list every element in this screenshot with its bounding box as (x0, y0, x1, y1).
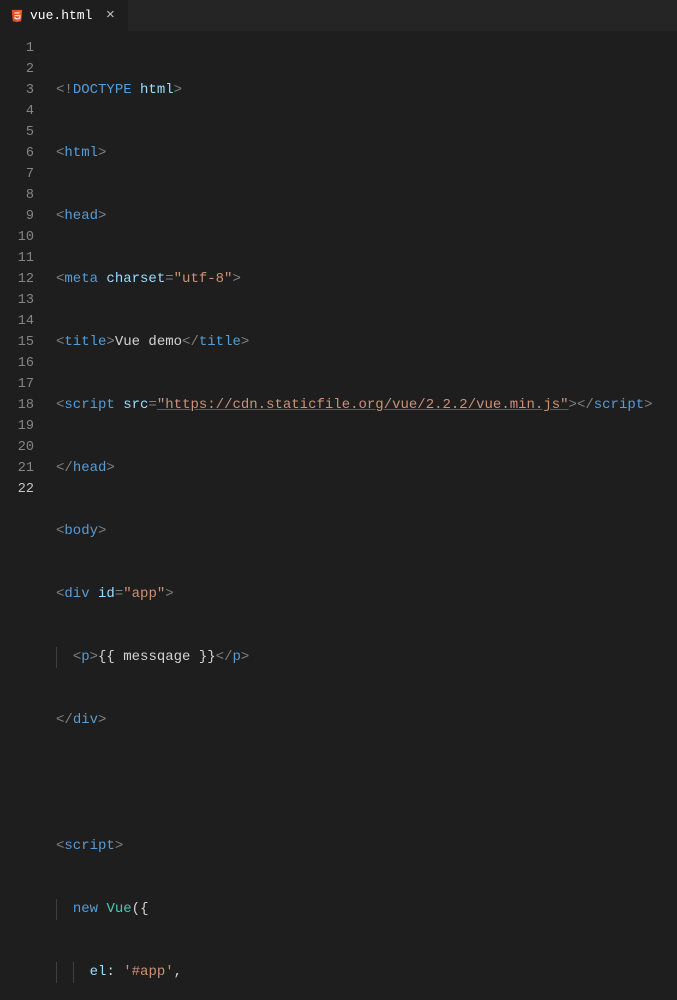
code-line: <script src="https://cdn.staticfile.org/… (56, 395, 677, 416)
line-number: 14 (0, 311, 34, 332)
line-number: 20 (0, 437, 34, 458)
tab-filename: vue.html (30, 8, 92, 23)
line-number: 15 (0, 332, 34, 353)
line-number: 19 (0, 416, 34, 437)
line-number: 5 (0, 122, 34, 143)
line-number: 10 (0, 227, 34, 248)
code-area[interactable]: <!DOCTYPE html> <html> <head> <meta char… (48, 32, 677, 500)
code-line: <script> (56, 836, 677, 857)
line-number: 17 (0, 374, 34, 395)
line-number: 6 (0, 143, 34, 164)
line-number: 2 (0, 59, 34, 80)
line-number: 8 (0, 185, 34, 206)
line-number: 12 (0, 269, 34, 290)
tab-vue-html[interactable]: vue.html × (0, 0, 129, 31)
close-icon[interactable]: × (102, 8, 118, 24)
line-number: 21 (0, 458, 34, 479)
line-number: 7 (0, 164, 34, 185)
line-number: 4 (0, 101, 34, 122)
code-line: <!DOCTYPE html> (56, 80, 677, 101)
line-number: 11 (0, 248, 34, 269)
code-line: <head> (56, 206, 677, 227)
code-line: el: '#app', (56, 962, 677, 983)
line-number-gutter: 1 2 3 4 5 6 7 8 9 10 11 12 13 14 15 16 1… (0, 32, 48, 500)
code-line: <html> (56, 143, 677, 164)
code-line: </div> (56, 710, 677, 731)
line-number: 1 (0, 38, 34, 59)
code-line: <body> (56, 521, 677, 542)
line-number: 22 (0, 479, 34, 500)
line-number: 16 (0, 353, 34, 374)
code-line: </head> (56, 458, 677, 479)
line-number: 13 (0, 290, 34, 311)
code-line: <meta charset="utf-8"> (56, 269, 677, 290)
code-line: <title>Vue demo</title> (56, 332, 677, 353)
tab-bar: vue.html × (0, 0, 677, 32)
code-line (56, 773, 677, 794)
line-number: 18 (0, 395, 34, 416)
code-line: <div id="app"> (56, 584, 677, 605)
code-editor[interactable]: 1 2 3 4 5 6 7 8 9 10 11 12 13 14 15 16 1… (0, 32, 677, 500)
line-number: 3 (0, 80, 34, 101)
html-file-icon (10, 9, 24, 23)
code-line: <p>{{ messqage }}</p> (56, 647, 677, 668)
code-line: new Vue({ (56, 899, 677, 920)
line-number: 9 (0, 206, 34, 227)
